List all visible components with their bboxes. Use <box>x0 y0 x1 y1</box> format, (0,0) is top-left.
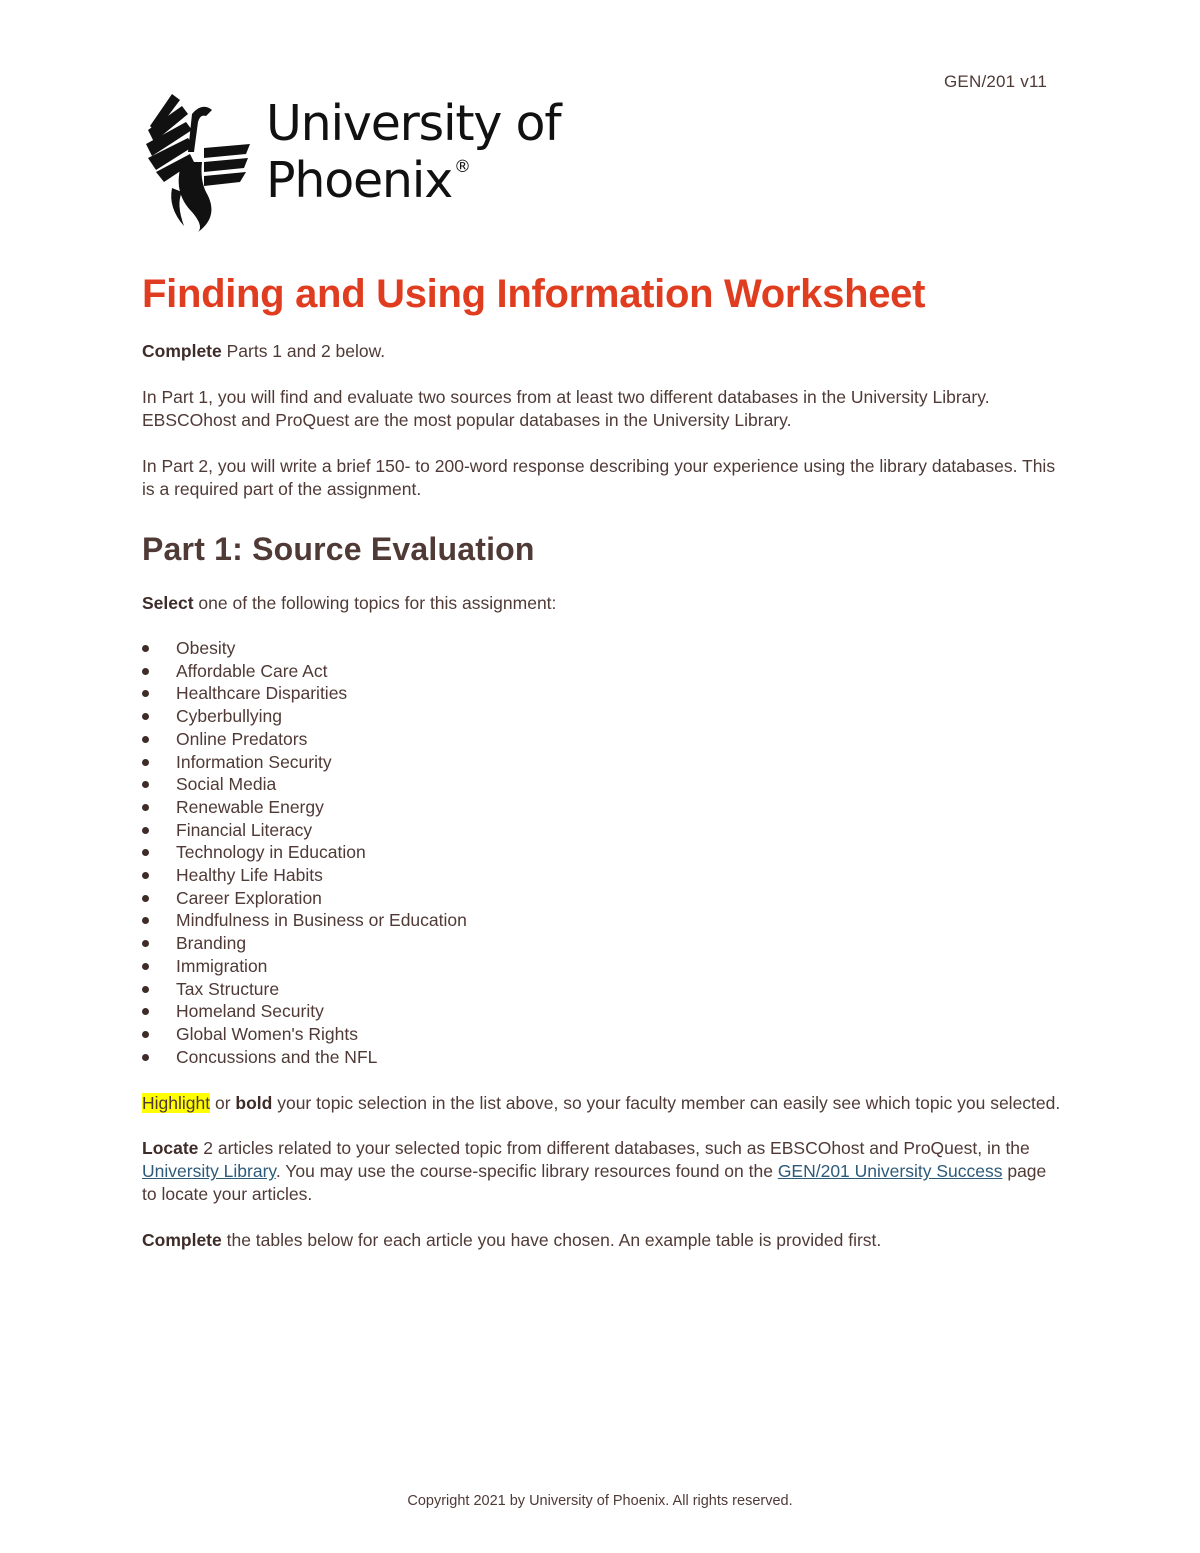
topic-list-item: Mindfulness in Business or Education <box>142 909 1062 932</box>
topic-label: Concussions and the NFL <box>176 1046 378 1067</box>
topic-label: Branding <box>176 933 247 954</box>
registered-mark: ® <box>454 156 471 177</box>
bullet-icon <box>142 894 149 902</box>
bullet-icon <box>142 872 149 880</box>
bullet-icon <box>142 985 149 993</box>
document-body: Finding and Using Information Worksheet … <box>142 268 1062 1252</box>
topic-list-item: Branding <box>142 932 1062 955</box>
topic-list-item: Online Predators <box>142 728 1062 751</box>
bullet-icon <box>142 940 149 948</box>
topic-label: Homeland Security <box>176 1001 324 1022</box>
complete-tables-instruction: Complete the tables below for each artic… <box>142 1229 1062 1252</box>
highlight-or-text: or <box>210 1093 236 1114</box>
bullet-icon <box>142 781 149 789</box>
bullet-icon <box>142 667 149 675</box>
topic-list: Obesity Affordable Care Act Healthcare Dis… <box>142 637 1062 1068</box>
locate-text-1: 2 articles related to your selected topi… <box>198 1138 1030 1159</box>
topic-list-item: Tax Structure <box>142 978 1062 1001</box>
topic-label: Healthcare Disparities <box>176 683 348 704</box>
part1-heading: Part 1: Source Evaluation <box>142 531 535 567</box>
complete-tables-text: the tables below for each article you ha… <box>221 1230 882 1251</box>
locate-bold-label: Locate <box>142 1138 199 1159</box>
document-title: Finding and Using Information Worksheet <box>142 272 926 316</box>
topic-label: Global Women's Rights <box>176 1023 358 1044</box>
locate-text-2: . You may use the course-specific librar… <box>275 1161 778 1182</box>
topic-label: Affordable Care Act <box>176 660 328 681</box>
logo-wordmark: University of Phoenix ® <box>266 95 762 209</box>
bullet-icon <box>142 826 149 834</box>
topic-label: Healthy Life Habits <box>176 865 323 886</box>
topic-list-item: Healthcare Disparities <box>142 682 1062 705</box>
topic-label: Tax Structure <box>176 978 280 999</box>
bullet-icon <box>142 1053 149 1061</box>
bullet-icon <box>142 803 149 811</box>
intro-part1-paragraph: In Part 1, you will find and evaluate tw… <box>142 387 990 430</box>
phoenix-bird-icon <box>142 92 252 232</box>
topic-list-item: Healthy Life Habits <box>142 864 1062 887</box>
topic-list-item: Career Exploration <box>142 887 1062 910</box>
topic-label: Financial Literacy <box>176 819 313 840</box>
bullet-icon <box>142 962 149 970</box>
topic-label: Social Media <box>176 774 277 795</box>
topic-label: Career Exploration <box>176 887 322 908</box>
copyright-footer: Copyright 2021 by University of Phoenix.… <box>407 1493 793 1509</box>
intro-complete-text: Parts 1 and 2 below. <box>221 341 386 361</box>
bullet-icon <box>142 735 149 743</box>
bold-word: bold <box>235 1093 273 1114</box>
topic-list-item: Renewable Energy <box>142 796 1062 819</box>
bullet-icon <box>142 849 149 857</box>
intro-part2-paragraph: In Part 2, you will write a brief 150- t… <box>142 456 1056 499</box>
topic-list-item: Homeland Security <box>142 1000 1062 1023</box>
locate-instruction: Locate 2 articles related to your select… <box>142 1137 1062 1206</box>
select-instruction: Select one of the following topics for t… <box>142 592 1062 615</box>
topic-list-item: Global Women's Rights <box>142 1023 1062 1046</box>
bullet-icon <box>142 1008 149 1016</box>
topic-list-item: Immigration <box>142 955 1062 978</box>
bullet-icon <box>142 690 149 698</box>
topic-list-item: Financial Literacy <box>142 819 1062 842</box>
intro-complete-paragraph: Complete Parts 1 and 2 below. <box>142 340 1062 363</box>
complete-tables-bold-label: Complete <box>142 1230 222 1251</box>
bullet-icon <box>142 917 149 925</box>
topic-label: Immigration <box>176 955 268 976</box>
topic-list-item: Affordable Care Act <box>142 660 1062 683</box>
topic-label: Technology in Education <box>176 842 366 863</box>
topic-label: Information Security <box>176 751 332 772</box>
select-instruction-text: one of the following topics for this ass… <box>193 593 557 613</box>
topic-label: Mindfulness in Business or Education <box>176 910 467 931</box>
university-logo: University of Phoenix ® <box>142 92 762 232</box>
highlight-instruction-text: your topic selection in the list above, … <box>272 1093 1061 1114</box>
select-bold-label: Select <box>142 593 194 613</box>
topic-label: Cyberbullying <box>176 706 283 727</box>
document-version: GEN/201 v11 <box>944 72 1047 91</box>
topic-list-item: Technology in Education <box>142 841 1062 864</box>
bullet-icon <box>142 645 149 652</box>
bullet-icon <box>142 1030 149 1038</box>
topic-list-item: Information Security <box>142 751 1062 774</box>
topic-list-item: Social Media <box>142 773 1062 796</box>
topic-list-item: Cyberbullying <box>142 705 1062 728</box>
gen201-university-success-link[interactable]: GEN/201 University Success <box>778 1161 1003 1181</box>
topic-label: Renewable Energy <box>176 796 324 817</box>
university-library-link[interactable]: University Library <box>142 1161 276 1181</box>
highlight-word: Highlight <box>142 1093 211 1114</box>
highlight-instruction: Highlight or bold your topic selection i… <box>142 1092 1062 1115</box>
topic-label: Obesity <box>176 638 236 658</box>
topic-list-item: Obesity <box>142 637 1062 660</box>
complete-bold-label: Complete <box>142 341 222 361</box>
logo-wordmark-text: University of Phoenix <box>266 95 562 209</box>
bullet-icon <box>142 713 149 721</box>
topic-label: Online Predators <box>176 728 308 749</box>
topic-list-item: Concussions and the NFL <box>142 1046 1062 1069</box>
bullet-icon <box>142 758 149 766</box>
